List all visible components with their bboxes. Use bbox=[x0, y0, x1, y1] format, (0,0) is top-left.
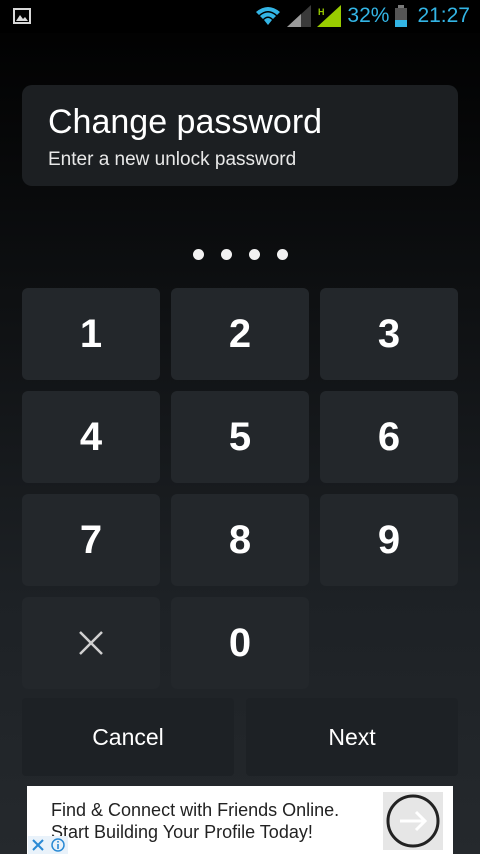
password-dot bbox=[220, 249, 232, 260]
close-icon[interactable] bbox=[28, 836, 48, 854]
page-subtitle: Enter a new unlock password bbox=[48, 149, 297, 170]
close-icon bbox=[79, 631, 103, 655]
key-6[interactable]: 6 bbox=[320, 391, 458, 483]
ad-choices-badge[interactable] bbox=[28, 836, 68, 854]
arrow-right-icon bbox=[386, 794, 440, 848]
password-dot bbox=[248, 249, 260, 260]
battery-icon bbox=[395, 5, 408, 27]
password-dot bbox=[276, 249, 288, 260]
key-4[interactable]: 4 bbox=[22, 391, 160, 483]
key-9[interactable]: 9 bbox=[320, 494, 458, 586]
key-8[interactable]: 8 bbox=[171, 494, 309, 586]
header-card: Change password Enter a new unlock passw… bbox=[22, 85, 458, 186]
key-3[interactable]: 3 bbox=[320, 288, 458, 380]
status-bar: H 32% 21:27 bbox=[0, 0, 480, 33]
signal-icon: H bbox=[317, 5, 342, 27]
password-dot bbox=[192, 249, 204, 260]
svg-text:H: H bbox=[318, 7, 325, 17]
ad-text-line2: Start Building Your Profile Today! bbox=[51, 822, 313, 842]
key-0[interactable]: 0 bbox=[171, 597, 309, 689]
info-icon[interactable] bbox=[48, 836, 68, 854]
ad-text-line1: Find & Connect with Friends Online. bbox=[51, 800, 340, 820]
gallery-icon bbox=[13, 8, 31, 24]
key-1[interactable]: 1 bbox=[22, 288, 160, 380]
key-5[interactable]: 5 bbox=[171, 391, 309, 483]
cancel-button[interactable]: Cancel bbox=[22, 698, 234, 776]
key-2[interactable]: 2 bbox=[171, 288, 309, 380]
status-indicators: H 32% 21:27 bbox=[255, 2, 470, 30]
battery-percent: 32% bbox=[347, 4, 390, 27]
signal-icon bbox=[287, 5, 312, 27]
ad-cta-button[interactable] bbox=[383, 792, 443, 850]
password-entry-dots bbox=[0, 249, 480, 260]
wifi-icon bbox=[256, 7, 281, 25]
key-7[interactable]: 7 bbox=[22, 494, 160, 586]
delete-key[interactable] bbox=[22, 597, 160, 689]
clock: 21:27 bbox=[417, 4, 470, 27]
ad-banner[interactable]: Find & Connect with Friends Online. Star… bbox=[27, 786, 453, 854]
next-button[interactable]: Next bbox=[246, 698, 458, 776]
page-title: Change password bbox=[48, 103, 323, 141]
